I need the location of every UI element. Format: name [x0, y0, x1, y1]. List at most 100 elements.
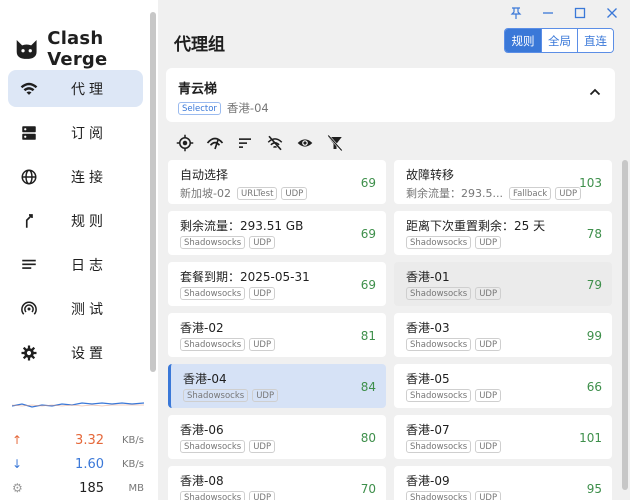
proxy-meta: Shadowsocks UDP	[180, 287, 276, 300]
mode-direct-button[interactable]: 直连	[577, 29, 613, 52]
proxy-card[interactable]: 故障转移剩余流量：293.5... Fallback UDP 103	[394, 160, 612, 204]
sidebar-item-label: 订阅	[71, 125, 107, 142]
fork-right-icon	[18, 210, 40, 232]
group-toolbar	[174, 133, 346, 153]
udp-tag: UDP	[555, 186, 582, 200]
proxy-delay[interactable]: 101	[579, 431, 602, 445]
proxy-type-tag: Fallback	[508, 186, 552, 200]
proxy-card[interactable]: 香港-03 Shadowsocks UDP 99	[394, 313, 612, 357]
memory-value: 185	[79, 480, 104, 496]
chevron-up-icon[interactable]	[589, 86, 601, 101]
traffic-stats: ↑ 3.32 KB/s ↓ 1.60 KB/s ⚙ 185 MB	[12, 428, 144, 500]
proxy-card-selected[interactable]: 香港-04 Shadowsocks UDP 84	[168, 364, 386, 408]
traffic-graph	[12, 402, 144, 408]
proxy-card[interactable]: 剩余流量：293.51 GB Shadowsocks UDP 69	[168, 211, 386, 255]
sidebar-item-proxies[interactable]: 代理	[8, 70, 143, 107]
proxy-delay[interactable]: 103	[579, 176, 602, 190]
proxy-meta: Shadowsocks UDP	[406, 491, 502, 500]
proxy-delay[interactable]: 69	[361, 227, 376, 241]
proxy-group-header[interactable]: 青云梯 Selector 香港-04	[166, 68, 615, 122]
sidebar-item-rules[interactable]: 规则	[8, 202, 143, 239]
proxy-delay[interactable]: 70	[361, 482, 376, 496]
proxy-card[interactable]: 香港-02 Shadowsocks UDP 81	[168, 313, 386, 357]
proxy-card[interactable]: 香港-01 Shadowsocks UDP 79	[394, 262, 612, 306]
pin-icon[interactable]	[506, 4, 526, 22]
proxy-card[interactable]: 香港-05 Shadowsocks UDP 66	[394, 364, 612, 408]
sidebar-nav: 代理 订阅 连接 规则 日志 测试 设置	[8, 70, 143, 378]
sidebar-item-logs[interactable]: 日志	[8, 246, 143, 283]
arrow-up-icon: ↑	[12, 433, 23, 447]
proxy-meta: Shadowsocks UDP	[406, 236, 502, 249]
upload-speed: ↑ 3.32 KB/s	[12, 428, 144, 452]
sidebar-item-connections[interactable]: 连接	[8, 158, 143, 195]
group-info: Selector 香港-04	[178, 100, 269, 116]
memory-icon: ⚙	[12, 481, 23, 495]
proxy-type-tag: Shadowsocks	[406, 491, 472, 500]
sidebar-item-test[interactable]: 测试	[8, 290, 143, 327]
proxy-delay[interactable]: 79	[587, 278, 602, 292]
udp-tag: UDP	[252, 389, 279, 402]
proxy-delay[interactable]: 95	[587, 482, 602, 496]
wifi-icon	[18, 78, 40, 100]
maximize-icon[interactable]	[570, 4, 590, 22]
sidebar-scrollbar[interactable]	[150, 12, 156, 372]
proxy-type-tag: Shadowsocks	[406, 338, 472, 351]
proxy-meta: Shadowsocks UDP	[180, 491, 276, 500]
visibility-icon[interactable]	[294, 133, 316, 153]
proxy-delay[interactable]: 99	[587, 329, 602, 343]
proxy-name: 香港-07	[406, 423, 450, 437]
proxy-delay[interactable]: 78	[587, 227, 602, 241]
proxy-delay[interactable]: 69	[361, 278, 376, 292]
proxy-now: 新加坡-02	[180, 187, 231, 200]
proxy-name: 故障转移	[406, 168, 455, 182]
main-scrollbar[interactable]	[622, 160, 628, 490]
udp-tag: UDP	[475, 338, 502, 351]
sort-icon[interactable]	[234, 133, 256, 153]
proxy-type-tag: Shadowsocks	[180, 440, 246, 453]
udp-tag: UDP	[475, 440, 502, 453]
close-icon[interactable]	[602, 4, 622, 22]
proxy-name: 香港-08	[180, 474, 224, 488]
notes-icon	[18, 254, 40, 276]
group-current-proxy: 香港-04	[226, 101, 269, 115]
proxy-type-tag: Shadowsocks	[406, 440, 472, 453]
proxy-type-tag: URLTest	[236, 186, 278, 200]
proxy-type-tag: Shadowsocks	[180, 338, 246, 351]
udp-tag: UDP	[249, 287, 276, 300]
proxy-delay[interactable]: 66	[587, 380, 602, 394]
minimize-icon[interactable]	[538, 4, 558, 22]
mode-global-button[interactable]: 全局	[541, 29, 577, 52]
sidebar-item-settings[interactable]: 设置	[8, 334, 143, 371]
proxy-card[interactable]: 香港-08 Shadowsocks UDP 70	[168, 466, 386, 500]
main-panel: 代理组 规则 全局 直连 青云梯 Selector 香港-04 自动选择 新加坡…	[158, 0, 630, 500]
proxy-card[interactable]: 自动选择 新加坡-02 URLTest UDP 69	[168, 160, 386, 204]
proxy-card[interactable]: 香港-09 Shadowsocks UDP 95	[394, 466, 612, 500]
filter-off-delay-icon[interactable]	[264, 133, 286, 153]
filter-off-icon[interactable]	[324, 133, 346, 153]
proxy-name: 香港-01	[406, 270, 450, 284]
proxy-delay[interactable]: 81	[361, 329, 376, 343]
udp-tag: UDP	[249, 338, 276, 351]
app-name: Clash Verge	[47, 28, 108, 70]
sidebar-item-profiles[interactable]: 订阅	[8, 114, 143, 151]
proxy-meta: Shadowsocks UDP	[406, 287, 502, 300]
proxy-delay[interactable]: 80	[361, 431, 376, 445]
proxy-card[interactable]: 套餐到期：2025-05-31 Shadowsocks UDP 69	[168, 262, 386, 306]
udp-tag: UDP	[475, 491, 502, 500]
sidebar-item-label: 设置	[71, 345, 107, 362]
proxy-card[interactable]: 距离下次重置剩余：25 天 Shadowsocks UDP 78	[394, 211, 612, 255]
upload-value: 3.32	[75, 432, 104, 448]
arrow-down-icon: ↓	[12, 457, 23, 471]
mode-toggle: 规则 全局 直连	[504, 28, 614, 53]
proxy-meta: Shadowsocks UDP	[406, 440, 502, 453]
proxy-delay[interactable]: 84	[361, 380, 376, 394]
proxy-card[interactable]: 香港-06 Shadowsocks UDP 80	[168, 415, 386, 459]
app-logo: Clash Verge	[14, 28, 158, 70]
locate-icon[interactable]	[174, 133, 196, 153]
proxy-meta: 剩余流量：293.5... Fallback UDP	[406, 185, 582, 201]
proxy-delay[interactable]: 69	[361, 176, 376, 190]
proxy-card[interactable]: 香港-07 Shadowsocks UDP 101	[394, 415, 612, 459]
speed-test-icon[interactable]	[204, 133, 226, 153]
mode-rule-button[interactable]: 规则	[505, 29, 541, 52]
proxy-name: 香港-02	[180, 321, 224, 335]
